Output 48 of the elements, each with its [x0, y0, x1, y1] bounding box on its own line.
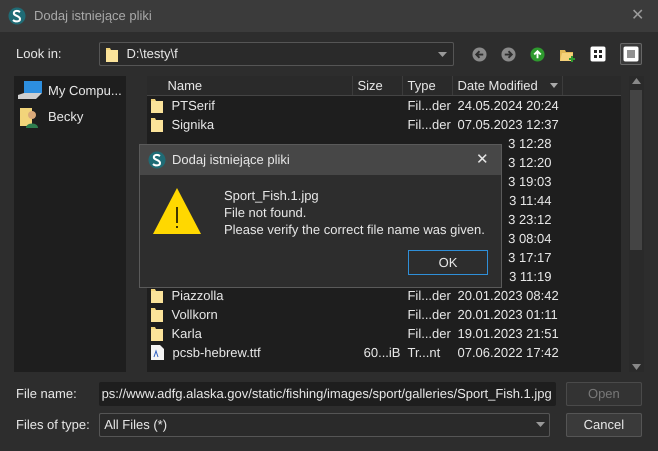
file-name-label: File name: — [16, 384, 78, 403]
date-cell: 19.01.2023 21:51 — [457, 326, 559, 341]
date-cell: 20.01.2023 08:42 — [457, 288, 559, 303]
file-name-field[interactable]: ps://www.adfg.alaska.gov/static/fishing/images/sport/galleries/Sport_Fish.1.jpg — [99, 382, 556, 406]
message-text: File not found. — [224, 204, 308, 221]
file-name-cell[interactable]: Karla — [171, 324, 202, 344]
message-text: Sport_Fish.1.jpg — [224, 187, 320, 204]
window-title: Dodaj istniejące pliki — [34, 7, 152, 26]
file-name-cell[interactable]: Signika — [171, 114, 214, 134]
sidebar-item[interactable]: Becky — [14, 104, 126, 130]
date-cell-text: 3 12:28 — [508, 134, 552, 153]
date-cell: 07.06.2022 17:42 — [457, 344, 559, 360]
message-text: Please verify the correct file name was given. — [224, 221, 485, 238]
date-cell: 24.05.2024 20:24 — [457, 98, 559, 113]
date-cell-text: 3 08:04 — [508, 230, 552, 248]
column-header[interactable]: Type — [403, 76, 454, 95]
dialog-close-button[interactable]: ✕ — [472, 148, 493, 172]
date-cell-text: 3 19:03 — [508, 172, 552, 191]
close-button[interactable]: ✕ — [625, 4, 650, 28]
dialog-title: Dodaj istniejące pliki — [172, 151, 290, 170]
type-cell: Tr...nt — [407, 344, 440, 360]
files-of-type-label: Files of type: — [16, 416, 91, 434]
date-cell-text: 3 11:19 — [509, 268, 552, 286]
date-cell-text: 3 11:44 — [509, 192, 552, 210]
date-cell-text: 3 12:20 — [508, 154, 552, 172]
file-name-cell[interactable]: pcsb-hebrew.ttf — [172, 342, 261, 362]
date-cell: 20.01.2023 01:11 — [457, 306, 558, 322]
look-in-label: Look in: — [16, 45, 63, 64]
sidebar-item[interactable]: My Compu... — [14, 78, 126, 104]
ok-button[interactable]: OK — [408, 250, 488, 275]
size-cell-text: 60...iB — [364, 344, 400, 362]
type-cell: Fil...der — [407, 288, 451, 303]
file-type-dropdown[interactable]: All Files (*) — [99, 412, 550, 436]
cancel-button[interactable]: Cancel — [566, 412, 642, 436]
look-in-dropdown[interactable]: D:\testy\f — [99, 42, 454, 66]
date-cell-text: 3 23:12 — [508, 210, 552, 229]
type-cell: Fil...der — [407, 306, 451, 322]
column-header[interactable]: Size — [353, 76, 404, 95]
column-header[interactable]: Name — [147, 76, 354, 95]
column-header[interactable]: Date Modified — [453, 76, 564, 95]
type-cell: Fil...der — [407, 98, 451, 113]
type-cell: Fil...der — [407, 116, 451, 132]
date-cell: 07.05.2023 12:37 — [457, 116, 559, 132]
file-name-cell[interactable]: Piazzolla — [171, 286, 224, 306]
file-name-cell[interactable]: PTSerif — [171, 96, 215, 116]
file-name-cell[interactable]: Vollkorn — [171, 304, 218, 324]
type-cell: Fil...der — [407, 326, 451, 341]
date-cell-text: 3 17:17 — [508, 248, 552, 267]
